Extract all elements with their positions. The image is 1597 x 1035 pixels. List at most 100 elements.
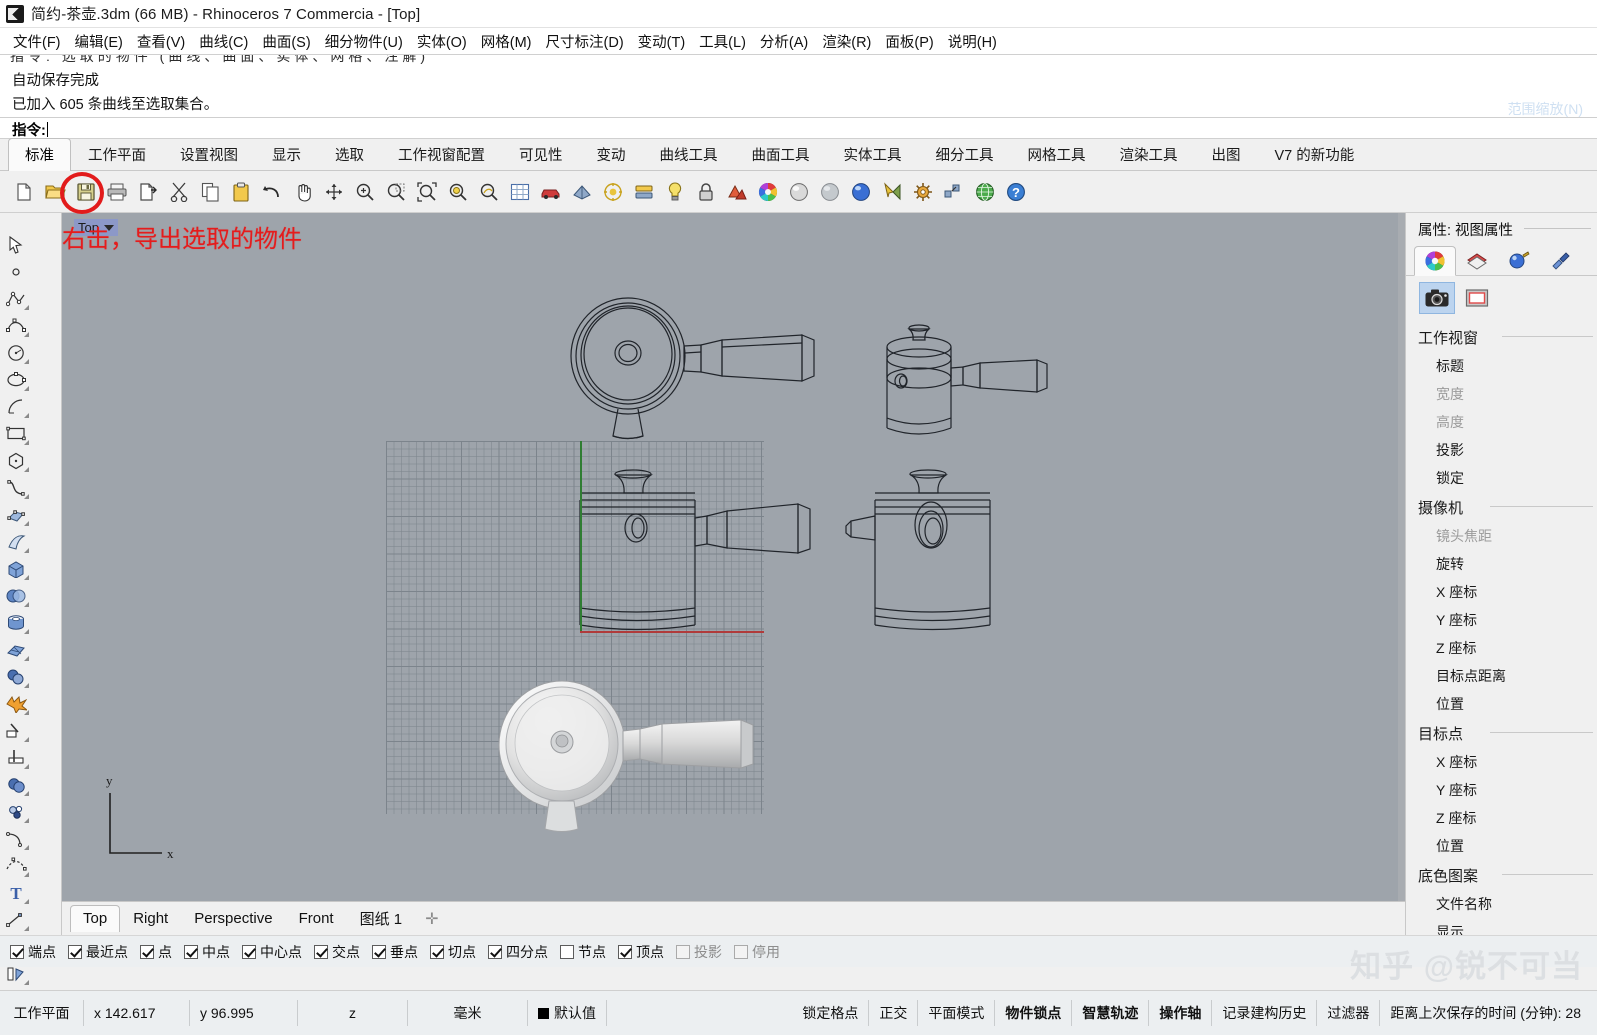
ribbon-tab-7[interactable]: 变动	[580, 138, 643, 171]
pan-icon[interactable]	[289, 178, 317, 206]
dimension-icon[interactable]	[0, 906, 31, 933]
status-toggle-1[interactable]: 正交	[869, 1000, 919, 1026]
ribbon-tab-15[interactable]: V7 的新功能	[1258, 138, 1372, 171]
shade-icon[interactable]	[568, 178, 596, 206]
viewport-tab-0[interactable]: Top	[70, 905, 121, 932]
ellipse-icon[interactable]	[0, 366, 31, 393]
cylinder-icon[interactable]	[0, 609, 31, 636]
sphere-ghost-icon[interactable]	[816, 178, 844, 206]
layers-tab-icon[interactable]	[1456, 245, 1498, 275]
viewport-frame-icon[interactable]	[1460, 283, 1494, 313]
ribbon-tab-4[interactable]: 选取	[318, 138, 381, 171]
save-file-icon[interactable]	[72, 178, 100, 206]
help-icon[interactable]: ?	[1002, 178, 1030, 206]
status-toggle-2[interactable]: 平面模式	[918, 1000, 996, 1026]
split-icon[interactable]	[0, 744, 31, 771]
osnap-toggle-11[interactable]: 投影	[676, 942, 722, 962]
surface-patch-icon[interactable]	[0, 636, 31, 663]
menu-item-11[interactable]: 分析(A)	[753, 29, 815, 54]
explode-star-icon[interactable]	[0, 690, 31, 717]
ribbon-tab-12[interactable]: 网格工具	[1011, 138, 1103, 171]
light-bulb-icon[interactable]	[661, 178, 689, 206]
menu-item-10[interactable]: 工具(L)	[692, 29, 753, 54]
menu-item-6[interactable]: 实体(O)	[410, 29, 474, 54]
viewport-tab-1[interactable]: Right	[120, 906, 181, 931]
add-viewport-tab-icon[interactable]: ✛	[415, 907, 448, 931]
checkbox-icon[interactable]	[140, 944, 154, 959]
properties-row[interactable]: 位置	[1406, 690, 1597, 718]
lock-icon[interactable]	[692, 178, 720, 206]
trim-icon[interactable]	[0, 717, 31, 744]
properties-row[interactable]: 旋转	[1406, 550, 1597, 578]
checkbox-icon[interactable]	[184, 944, 198, 959]
new-file-icon[interactable]	[10, 178, 38, 206]
menu-item-14[interactable]: 说明(H)	[941, 29, 1004, 54]
properties-row[interactable]: X 座标	[1406, 578, 1597, 606]
rotate-view-icon[interactable]	[320, 178, 348, 206]
free-curve-icon[interactable]	[0, 474, 31, 501]
ribbon-tab-0[interactable]: 标准	[8, 138, 71, 171]
osnap-toggle-12[interactable]: 停用	[734, 942, 780, 962]
osnap-toggle-2[interactable]: 点	[140, 942, 172, 962]
status-toggle-0[interactable]: 锁定格点	[792, 1000, 870, 1026]
menu-item-5[interactable]: 细分物件(U)	[318, 29, 410, 54]
booleans-icon[interactable]	[0, 663, 31, 690]
ribbon-tab-1[interactable]: 工作平面	[71, 138, 163, 171]
status-toggle-4[interactable]: 智慧轨迹	[1072, 1000, 1150, 1026]
menu-item-8[interactable]: 尺寸标注(D)	[539, 29, 631, 54]
menu-item-3[interactable]: 曲线(C)	[192, 29, 255, 54]
menu-item-12[interactable]: 渲染(R)	[815, 29, 878, 54]
material-tab-icon[interactable]	[1498, 245, 1540, 275]
status-layer[interactable]: 默认值	[528, 1000, 607, 1026]
properties-row[interactable]: Y 座标	[1406, 776, 1597, 804]
blend-curve-icon[interactable]	[0, 852, 31, 879]
ribbon-tab-14[interactable]: 出图	[1195, 138, 1258, 171]
menu-item-9[interactable]: 变动(T)	[631, 29, 693, 54]
zoom-extents-icon[interactable]	[413, 178, 441, 206]
ribbon-tab-6[interactable]: 可见性	[502, 138, 580, 171]
osnap-toggle-10[interactable]: 顶点	[618, 942, 664, 962]
text-icon[interactable]: T	[0, 879, 31, 906]
checkbox-icon[interactable]	[314, 944, 328, 959]
command-input-row[interactable]: 指令:	[0, 117, 1597, 138]
status-units[interactable]: 毫米	[408, 1000, 528, 1026]
osnap-toggle-3[interactable]: 中点	[184, 942, 230, 962]
checkbox-icon[interactable]	[430, 944, 444, 959]
circle-icon[interactable]	[0, 339, 31, 366]
properties-row[interactable]: 投影	[1406, 436, 1597, 464]
status-toggle-6[interactable]: 记录建构历史	[1212, 1000, 1318, 1026]
explode-icon[interactable]	[940, 178, 968, 206]
status-toggle-7[interactable]: 过滤器	[1317, 1000, 1381, 1026]
checkbox-icon[interactable]	[618, 944, 632, 959]
menu-item-7[interactable]: 网格(M)	[474, 29, 539, 54]
status-toggle-3[interactable]: 物件锁点	[995, 1000, 1073, 1026]
osnap-toggle-8[interactable]: 四分点	[488, 942, 548, 962]
point-icon[interactable]	[0, 258, 31, 285]
cut-icon[interactable]	[165, 178, 193, 206]
properties-row[interactable]: Y 座标	[1406, 606, 1597, 634]
checkbox-icon[interactable]	[372, 944, 386, 959]
polygon-icon[interactable]	[0, 447, 31, 474]
undo-icon[interactable]	[258, 178, 286, 206]
export-icon[interactable]	[134, 178, 162, 206]
properties-row[interactable]: Z 座标	[1406, 634, 1597, 662]
viewport-tab-2[interactable]: Perspective	[181, 906, 285, 931]
render-preview-icon[interactable]	[599, 178, 627, 206]
menu-item-1[interactable]: 编辑(E)	[68, 29, 130, 54]
box-icon[interactable]	[0, 555, 31, 582]
boolean-union-icon[interactable]	[0, 771, 31, 798]
menu-item-4[interactable]: 曲面(S)	[255, 29, 317, 54]
checkbox-icon[interactable]	[488, 944, 502, 959]
osnap-toggle-9[interactable]: 节点	[560, 942, 606, 962]
properties-row[interactable]: 高度	[1406, 408, 1597, 436]
color-wheel-tab-icon[interactable]	[1414, 246, 1456, 276]
properties-row[interactable]: Z 座标	[1406, 804, 1597, 832]
display-tab-icon[interactable]	[1540, 245, 1582, 275]
ribbon-tab-5[interactable]: 工作视窗配置	[381, 138, 502, 171]
osnap-toggle-4[interactable]: 中心点	[242, 942, 302, 962]
paste-icon[interactable]	[227, 178, 255, 206]
arc-icon[interactable]	[0, 393, 31, 420]
zoom-window-icon[interactable]	[382, 178, 410, 206]
properties-row[interactable]: 位置	[1406, 832, 1597, 860]
boolean-difference-icon[interactable]	[0, 798, 31, 825]
